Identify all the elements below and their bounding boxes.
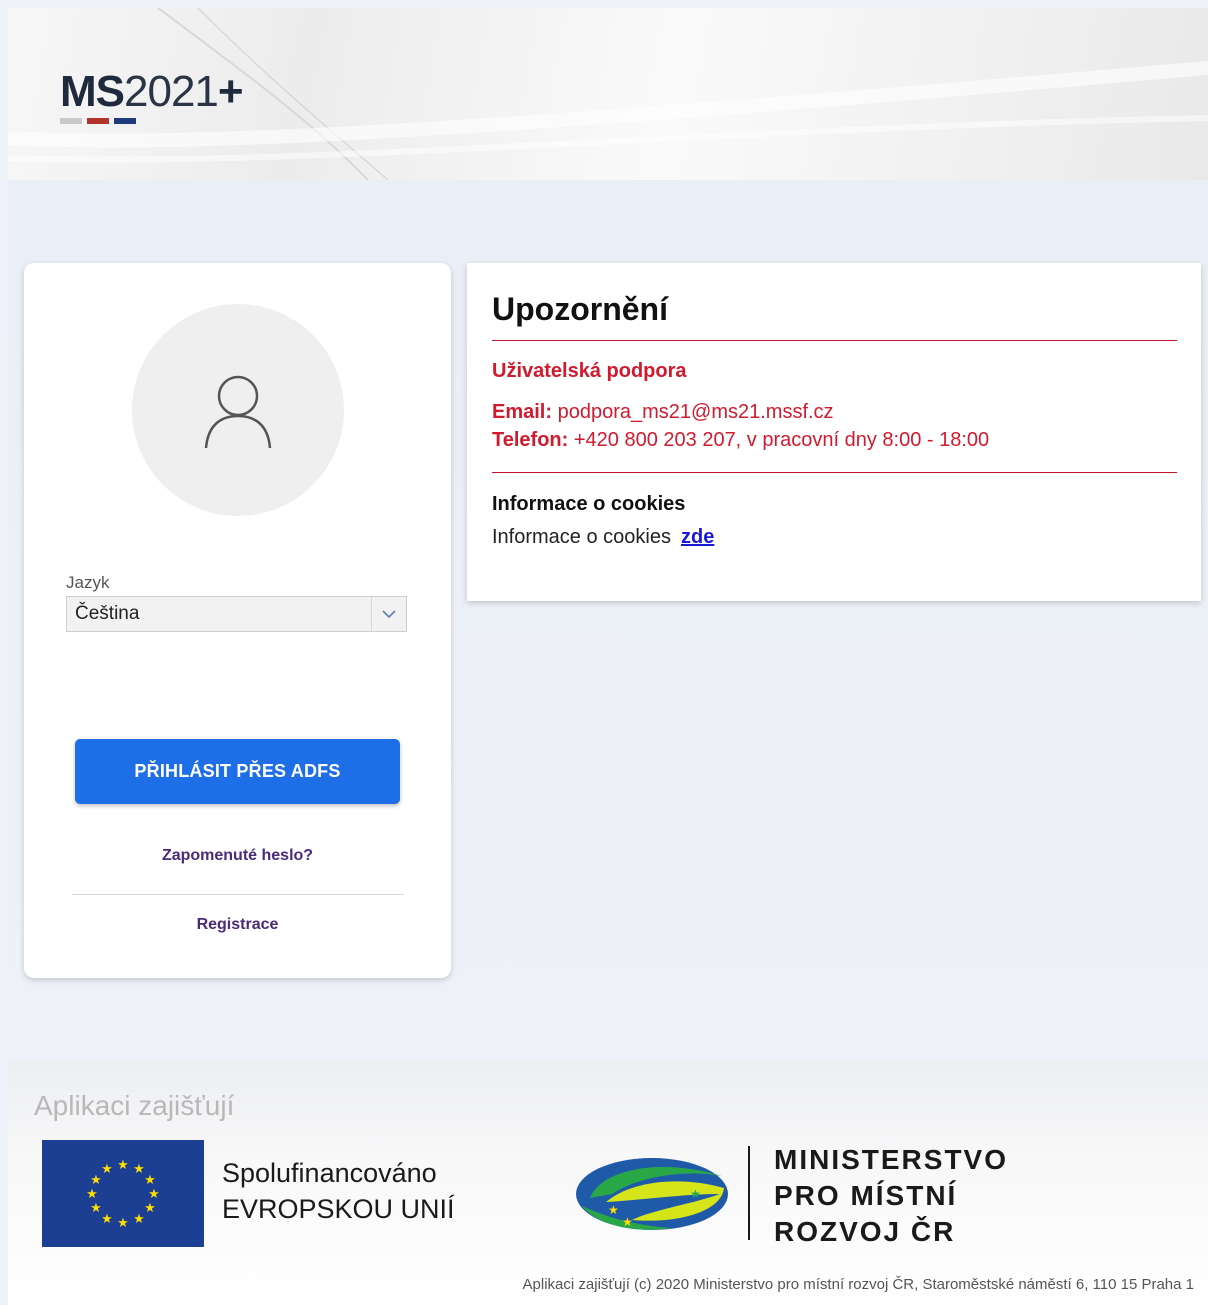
register-link[interactable]: Registrace bbox=[24, 916, 451, 934]
logo-color-bars bbox=[60, 118, 243, 124]
mmr-text-line: MINISTERSTVO bbox=[774, 1144, 1009, 1175]
svg-text:★: ★ bbox=[608, 1203, 619, 1217]
mmr-text-line: ROZVOJ ČR bbox=[774, 1216, 956, 1247]
language-select[interactable]: Čeština bbox=[66, 596, 407, 632]
svg-text:★: ★ bbox=[148, 1187, 160, 1202]
mmr-logo-icon: ★ ★ ★ bbox=[576, 1158, 728, 1230]
login-card: Jazyk Čeština PŘIHLÁSIT PŘES ADFS Zapome… bbox=[24, 263, 451, 978]
svg-text:★: ★ bbox=[117, 1216, 129, 1231]
mmr-text-line: PRO MÍSTNÍ bbox=[774, 1180, 958, 1211]
svg-text:★: ★ bbox=[90, 1173, 102, 1188]
cookies-line: Informace o cookies zde bbox=[492, 526, 714, 549]
chevron-down-icon[interactable] bbox=[371, 597, 406, 631]
phone-label: Telefon: bbox=[492, 429, 569, 451]
eu-text-line: Spolufinancováno bbox=[222, 1158, 437, 1188]
language-selected-value: Čeština bbox=[75, 603, 140, 624]
support-title: Uživatelská podpora bbox=[492, 360, 687, 382]
cookies-text: Informace o cookies bbox=[492, 526, 671, 548]
notice-title: Upozornění bbox=[492, 291, 668, 327]
eu-flag-logo: ★ ★ ★ ★ ★ ★ ★ ★ ★ ★ ★ ★ bbox=[42, 1140, 204, 1247]
svg-text:★: ★ bbox=[144, 1173, 156, 1188]
email-line: Email: podpora_ms21@ms21.mssf.cz bbox=[492, 401, 834, 424]
language-label: Jazyk bbox=[66, 573, 110, 592]
notice-card: Upozornění Uživatelská podpora Email: po… bbox=[467, 263, 1201, 601]
svg-text:★: ★ bbox=[133, 1212, 145, 1227]
svg-text:★: ★ bbox=[133, 1162, 145, 1177]
notice-divider bbox=[492, 472, 1177, 473]
cookies-link[interactable]: zde bbox=[681, 526, 714, 548]
eu-text-line: EVROPSKOU UNIÍ bbox=[222, 1194, 455, 1224]
footer-heading: Aplikaci zajišťují bbox=[34, 1090, 235, 1121]
svg-text:★: ★ bbox=[86, 1187, 98, 1202]
eu-cofinanced-text: Spolufinancováno EVROPSKOU UNIÍ bbox=[222, 1155, 455, 1227]
email-label: Email: bbox=[492, 401, 553, 423]
user-icon bbox=[204, 375, 272, 448]
svg-text:★: ★ bbox=[101, 1162, 113, 1177]
eu-stars-icon: ★ ★ ★ ★ ★ ★ ★ ★ ★ ★ ★ ★ bbox=[86, 1158, 160, 1231]
header-banner: MS2021+ bbox=[8, 8, 1208, 180]
logo-text-ms: MS bbox=[60, 67, 125, 116]
svg-text:★: ★ bbox=[117, 1158, 129, 1173]
cookies-title: Informace o cookies bbox=[492, 493, 686, 515]
forgot-password-link[interactable]: Zapomenuté heslo? bbox=[24, 847, 451, 865]
logo-text-year: 2021 bbox=[124, 67, 219, 116]
svg-text:★: ★ bbox=[101, 1212, 113, 1227]
notice-divider bbox=[492, 340, 1177, 341]
phone-line: Telefon: +420 800 203 207, v pracovní dn… bbox=[492, 429, 989, 452]
phone-value: +420 800 203 207, v pracovní dny 8:00 - … bbox=[573, 429, 990, 451]
ms2021-logo[interactable]: MS2021+ bbox=[60, 67, 244, 124]
copyright-text: Aplikaci zajišťují (c) 2020 Ministerstvo… bbox=[522, 1276, 1194, 1293]
logo-text-plus: + bbox=[217, 67, 244, 116]
svg-text:★: ★ bbox=[622, 1215, 633, 1229]
email-value[interactable]: podpora_ms21@ms21.mssf.cz bbox=[558, 401, 834, 423]
logo-separator bbox=[748, 1146, 750, 1240]
svg-text:★: ★ bbox=[144, 1201, 156, 1216]
mmr-ministry-text: MINISTERSTVO PRO MÍSTNÍ ROZVOJ ČR bbox=[774, 1142, 1008, 1250]
adfs-login-button[interactable]: PŘIHLÁSIT PŘES ADFS bbox=[75, 739, 400, 804]
avatar bbox=[132, 304, 344, 516]
svg-text:★: ★ bbox=[690, 1187, 701, 1201]
divider bbox=[72, 894, 404, 895]
svg-text:★: ★ bbox=[90, 1201, 102, 1216]
